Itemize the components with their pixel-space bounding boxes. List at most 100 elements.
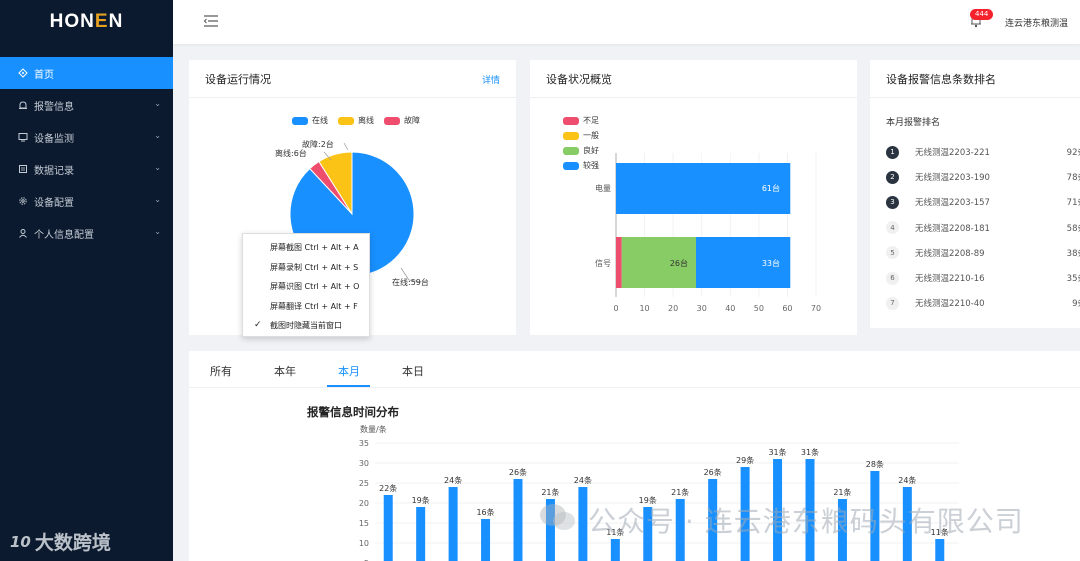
context-menu-label: 屏幕识图 Ctrl + Alt + O [270,282,360,292]
y-tick-label: 10 [359,539,369,548]
alarm-count: 38条 [1066,248,1080,259]
monitor-icon [18,132,28,142]
user-name[interactable]: 连云港东粮测温 [1005,16,1068,29]
rank-number: 6 [886,271,899,285]
x-tick-label: 70 [811,304,821,313]
time-bar[interactable] [416,507,426,561]
device-name: 无线测温2203-221 [915,148,990,158]
pie-label-fault: 故障:2台 [302,139,334,149]
alarm-count: 71条 [1066,198,1080,209]
bar-value-label: 26条 [509,467,527,477]
y-tick-label: 15 [359,519,369,528]
ranking-row[interactable]: 3 无线测温2203-157 71条 [886,193,1080,211]
sidebar-item[interactable]: 首页 [0,57,173,89]
top-bar: 444 连云港东粮测温 [173,0,1080,44]
device-name: 无线测温2203-157 [915,198,990,209]
context-menu-item[interactable]: 屏幕翻译 Ctrl + Alt + F [243,297,369,317]
chevron-down-icon: ⌄ [154,131,161,140]
ranking-row[interactable]: 5 无线测温2208-89 38条 [886,244,1080,262]
card-header: 设备报警信息条数排名 [870,60,1080,98]
sidebar-item-label: 设备监测 [34,133,74,145]
alarm-count: 78条 [1066,173,1080,184]
context-menu-label: 屏幕录制 Ctrl + Alt + S [270,262,359,272]
context-menu-item[interactable]: 屏幕录制 Ctrl + Alt + S [243,258,369,278]
alarm-icon [18,100,28,110]
bar-value-label: 24条 [444,475,462,485]
sidebar-item-label: 设备配置 [34,197,74,209]
bar-segment[interactable] [616,237,622,288]
device-name: 无线测温2210-40 [915,299,985,310]
menu-toggle-icon[interactable] [204,15,218,27]
chevron-down-icon: ⌄ [154,99,161,108]
notification-badge: 444 [970,9,994,20]
ranking-row[interactable]: 2 无线测温2203-190 78条 [886,168,1080,186]
status-overview-card: 设备状况概览 不足 一般 良好 较强 0 10 20 30 40 50 60 70 电量 信号 61… [530,60,857,335]
x-tick-label: 30 [697,304,707,313]
chevron-down-icon: ⌄ [154,195,161,204]
card-title: 设备报警信息条数排名 [886,72,996,86]
context-menu-item[interactable]: 屏幕识图 Ctrl + Alt + O [243,277,369,297]
y-tick-label: 25 [359,479,369,488]
y-label-signal: 信号 [595,258,611,268]
time-bar[interactable] [383,495,393,561]
x-tick-label: 0 [613,304,618,313]
alarm-count: 92条 [1066,148,1080,158]
sidebar-item[interactable]: 报警信息 ⌄ [0,89,173,121]
user-icon [18,228,28,238]
bar-value-label: 28条 [866,459,884,469]
context-menu-item[interactable]: ✓ 截图时隐藏当前窗口 [243,316,369,336]
rank-number: 1 [886,145,899,159]
pie-label-offline: 离线:6台 [275,148,307,158]
sidebar-item[interactable]: 设备监测 ⌄ [0,121,173,153]
bar-value-label: 26条 [704,467,722,477]
pie-label-online: 在线:59台 [392,277,429,287]
gear-icon [18,196,28,206]
record-icon [18,164,28,174]
time-bar[interactable] [448,487,458,561]
status-stacked-bar-chart: 0 10 20 30 40 50 60 70 电量信号 61台 26台 33台 [595,153,821,313]
wechat-watermark-icon [540,504,575,530]
sidebar-item[interactable]: 个人信息配置 ⌄ [0,217,173,249]
watermark-logo-mark: 10 [10,532,31,551]
bar-value-label: 21条 [671,487,689,497]
x-tick-label: 50 [754,304,764,313]
bar-label-power-strong: 61台 [762,183,780,193]
y-axis-label: 数量/条 [360,424,387,434]
alarm-count: 58条 [1066,223,1080,234]
sidebar-item[interactable]: 数据记录 ⌄ [0,153,173,185]
bar-label-signal-strong: 33台 [762,258,780,268]
bar-value-label: 24条 [898,475,916,485]
time-bar[interactable] [578,487,588,561]
watermark-logo: 10 大数跨境 [10,528,111,555]
x-tick-label: 40 [725,304,735,313]
brand-logo: HONEN [0,0,173,44]
device-name: 无线测温2203-190 [915,173,990,184]
ranking-row[interactable]: 7 无线测温2210-40 9条 [886,294,1080,312]
time-bar[interactable] [610,539,620,561]
device-name: 无线测温2208-89 [915,248,985,259]
ranking-subtitle: 本月报警排名 [886,118,941,128]
time-bar[interactable] [513,479,523,561]
context-menu-label: 屏幕截图 Ctrl + Alt + A [270,243,359,253]
rank-number: 3 [886,195,899,209]
sidebar: HONEN 首页报警信息 ⌄ 设备监测 ⌄ 数据记录 ⌄ 设备配置 ⌄ 个人信息配置 ⌄ 10 大… [0,0,173,561]
ranking-row[interactable]: 4 无线测温2208-181 58条 [886,219,1080,237]
x-tick-label: 10 [639,304,649,313]
time-bar[interactable] [935,539,945,561]
sidebar-item-label: 数据记录 [34,165,74,177]
time-bar[interactable] [481,519,491,561]
ranking-row[interactable]: 1 无线测温2203-221 92条 [886,143,1080,161]
checkmark-icon: ✓ [254,320,262,330]
bar-value-label: 19条 [412,495,430,505]
sidebar-item[interactable]: 设备配置 ⌄ [0,185,173,217]
context-menu-label: 截图时隐藏当前窗口 [270,321,342,331]
ranking-row[interactable]: 6 无线测温2210-16 35条 [886,269,1080,287]
context-menu-item[interactable]: 屏幕截图 Ctrl + Alt + A [243,238,369,258]
bar-value-label: 22条 [379,483,397,493]
watermark-company: 公众号 · 连云港东粮码头有限公司 [588,505,1024,538]
rank-number: 5 [886,246,899,260]
chevron-down-icon: ⌄ [154,163,161,172]
rank-number: 2 [886,170,899,184]
sidebar-item-label: 报警信息 [34,101,74,113]
sidebar-item-label: 首页 [34,69,54,81]
